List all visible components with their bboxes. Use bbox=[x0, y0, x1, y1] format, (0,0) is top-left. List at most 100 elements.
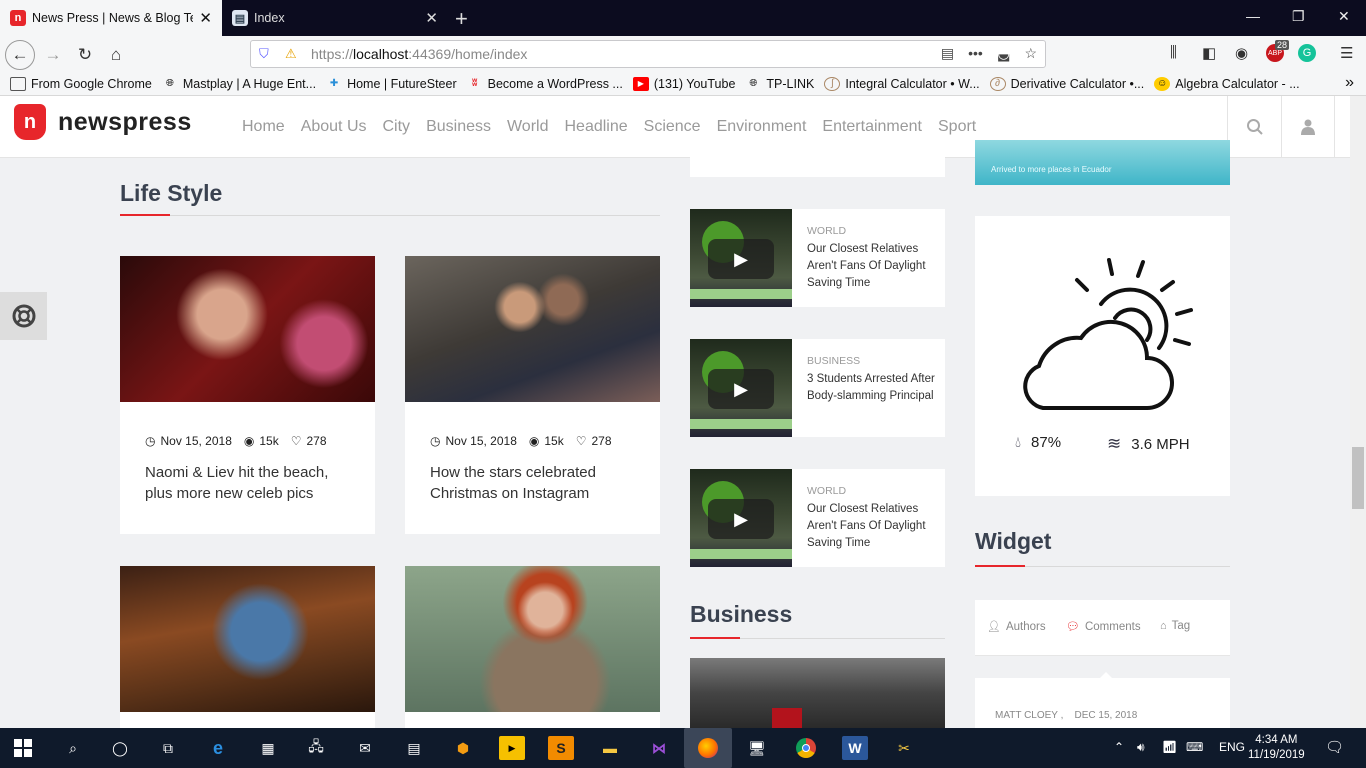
help-widget-button[interactable] bbox=[0, 292, 47, 340]
system-clock[interactable]: 4:34 AM 11/19/2019 bbox=[1248, 733, 1305, 763]
tab-newspress[interactable]: n News Press | News & Blog Temp ✕ bbox=[0, 0, 222, 36]
menu-item-world[interactable]: World bbox=[507, 118, 549, 136]
bookmark-item[interactable]: ▶ (131) YouTube bbox=[632, 76, 735, 91]
video-title[interactable]: 3 Students Arrested After Body-slamming … bbox=[807, 371, 937, 405]
bookmark-item[interactable]: From Google Chrome bbox=[10, 76, 152, 91]
article-image[interactable] bbox=[405, 256, 660, 402]
player-icon[interactable]: ▶ bbox=[499, 736, 525, 760]
article-card[interactable] bbox=[120, 566, 375, 728]
new-tab-icon[interactable]: + bbox=[455, 6, 468, 32]
firefox-taskbar-button[interactable] bbox=[684, 728, 732, 768]
windows-start-icon[interactable] bbox=[10, 736, 36, 760]
video-item[interactable]: ▶ WORLD Our Closest Relatives Aren't Fan… bbox=[690, 469, 945, 567]
shield-icon[interactable]: ⛉ bbox=[259, 46, 277, 62]
article-card[interactable] bbox=[405, 566, 660, 728]
visual-studio-icon[interactable]: ⋈ bbox=[646, 736, 672, 760]
close-window-icon[interactable]: ✕ bbox=[1338, 8, 1350, 25]
insecure-lock-icon[interactable]: ⚠ bbox=[285, 46, 303, 62]
chrome-icon[interactable] bbox=[793, 736, 819, 760]
sublime-icon[interactable]: S bbox=[548, 736, 574, 760]
calculator-icon[interactable]: ▤ bbox=[401, 736, 427, 760]
tab-index[interactable]: ▤ Index ✕ bbox=[222, 0, 448, 36]
menu-icon[interactable]: ☰ bbox=[1340, 44, 1353, 62]
wifi-icon[interactable]: 📶︎ bbox=[1162, 740, 1177, 754]
video-title[interactable]: Our Closest Relatives Aren't Fans Of Day… bbox=[807, 241, 937, 292]
business-article-image[interactable] bbox=[690, 658, 945, 728]
scrollbar-thumb[interactable] bbox=[1352, 447, 1364, 509]
video-item[interactable]: ▶ WORLD Our Closest Relatives Aren't Fan… bbox=[690, 209, 945, 307]
reader-view-icon[interactable]: ▤ bbox=[941, 45, 954, 62]
video-category[interactable]: WORLD bbox=[807, 225, 846, 237]
close-tab-icon[interactable]: ✕ bbox=[425, 9, 438, 27]
bookmark-item[interactable]: ✚ Home | FutureSteer bbox=[326, 77, 457, 91]
video-thumbnail[interactable]: ▶ bbox=[690, 339, 792, 437]
menu-item-environment[interactable]: Environment bbox=[717, 118, 807, 136]
play-icon[interactable]: ▶ bbox=[708, 239, 774, 279]
menu-item-about-us[interactable]: About Us bbox=[301, 118, 367, 136]
more-bookmarks-icon[interactable]: » bbox=[1345, 74, 1354, 92]
play-icon[interactable]: ▶ bbox=[708, 369, 774, 409]
menu-item-entertainment[interactable]: Entertainment bbox=[822, 118, 922, 136]
play-icon[interactable]: ▶ bbox=[708, 499, 774, 539]
library-icon[interactable]: ⫼ bbox=[1170, 44, 1177, 61]
reload-icon[interactable]: ↻ bbox=[72, 42, 98, 68]
site-logo[interactable]: n newspress bbox=[14, 104, 192, 140]
close-tab-icon[interactable]: ✕ bbox=[199, 9, 212, 27]
file-explorer-icon[interactable]: ▬ bbox=[597, 736, 623, 760]
edge-icon[interactable]: e bbox=[205, 736, 231, 760]
menu-item-headline[interactable]: Headline bbox=[564, 118, 627, 136]
remote-desktop-icon[interactable]: 🖥︎ bbox=[744, 736, 770, 760]
article-title[interactable]: Naomi & Liev hit the beach, plus more ne… bbox=[145, 462, 355, 504]
video-thumbnail[interactable]: ▶ bbox=[690, 469, 792, 567]
bookmark-item[interactable]: ∂ Derivative Calculator •... bbox=[989, 76, 1144, 91]
url-bar[interactable]: ⛉ ⚠ https://localhost:44369/home/index ▤… bbox=[250, 40, 1046, 68]
account-icon[interactable]: ◉ bbox=[1235, 44, 1248, 62]
restore-icon[interactable]: ❐ bbox=[1292, 8, 1305, 25]
search-icon[interactable] bbox=[1227, 96, 1281, 158]
video-item[interactable]: ▶ BUSINESS 3 Students Arrested After Bod… bbox=[690, 339, 945, 437]
menu-item-business[interactable]: Business bbox=[426, 118, 491, 136]
forward-icon[interactable]: → bbox=[40, 42, 66, 68]
article-image[interactable] bbox=[120, 566, 375, 712]
menu-item-city[interactable]: City bbox=[383, 118, 411, 136]
minimize-icon[interactable]: — bbox=[1246, 8, 1260, 24]
article-title[interactable]: How the stars celebrated Christmas on In… bbox=[430, 462, 640, 504]
cortana-icon[interactable]: ◯ bbox=[107, 736, 133, 760]
notifications-icon[interactable]: 🗨︎ bbox=[1325, 738, 1344, 756]
sidebar-icon[interactable]: ◧ bbox=[1202, 44, 1216, 62]
snipping-tool-icon[interactable]: ✂ bbox=[891, 736, 917, 760]
ad-banner[interactable]: Arrived to more places in Ecuador bbox=[975, 140, 1230, 185]
store-icon[interactable]: ▦ bbox=[255, 736, 281, 760]
bookmark-item[interactable]: 🌐︎ Mastplay | A Huge Ent... bbox=[162, 77, 316, 91]
menu-item-science[interactable]: Science bbox=[644, 118, 701, 136]
tab-authors[interactable]: 👤︎ Authors bbox=[987, 620, 1046, 634]
menu-item-sport[interactable]: Sport bbox=[938, 118, 976, 136]
task-view-icon[interactable]: ⧉ bbox=[155, 736, 181, 760]
3d-builder-icon[interactable]: ⬢ bbox=[450, 736, 476, 760]
bookmark-item[interactable]: 🌐︎ TP-LINK bbox=[745, 77, 814, 91]
tab-tag[interactable]: ⌂ Tag bbox=[1160, 620, 1190, 632]
bookmark-item[interactable]: ∫ Integral Calculator • W... bbox=[824, 76, 980, 91]
article-image[interactable] bbox=[405, 566, 660, 712]
article-card[interactable]: ◷ Nov 15, 2018 ◉ 15k ♡ 278 Naomi & Liev hit… bbox=[120, 256, 375, 534]
menu-item-home[interactable]: Home bbox=[242, 118, 285, 136]
video-category[interactable]: WORLD bbox=[807, 485, 846, 497]
bookmark-item[interactable]: ʬ Become a WordPress ... bbox=[467, 77, 623, 91]
page-scrollbar[interactable] bbox=[1350, 96, 1366, 728]
search-icon[interactable]: ⌕ bbox=[60, 736, 86, 760]
keyboard-icon[interactable]: ⌨ bbox=[1186, 740, 1203, 754]
user-icon[interactable] bbox=[1281, 96, 1335, 158]
article-card[interactable]: ◷ Nov 15, 2018 ◉ 15k ♡ 278 How the stars ce… bbox=[405, 256, 660, 534]
back-icon[interactable]: ← bbox=[5, 40, 35, 70]
word-icon[interactable]: W bbox=[842, 736, 868, 760]
page-actions-icon[interactable]: ••• bbox=[968, 45, 983, 62]
network-app-icon[interactable]: 🖧︎ bbox=[303, 736, 329, 760]
video-title[interactable]: Our Closest Relatives Aren't Fans Of Day… bbox=[807, 501, 937, 552]
mail-icon[interactable]: ✉ bbox=[352, 736, 378, 760]
tab-comments[interactable]: 💬︎ Comments bbox=[1066, 620, 1141, 634]
video-thumbnail[interactable]: ▶ bbox=[690, 209, 792, 307]
bookmark-star-icon[interactable]: ☆ bbox=[1024, 45, 1037, 62]
grammarly-icon[interactable]: G bbox=[1298, 44, 1316, 62]
volume-icon[interactable]: 🔊︎ bbox=[1137, 740, 1145, 755]
video-category[interactable]: BUSINESS bbox=[807, 355, 860, 367]
